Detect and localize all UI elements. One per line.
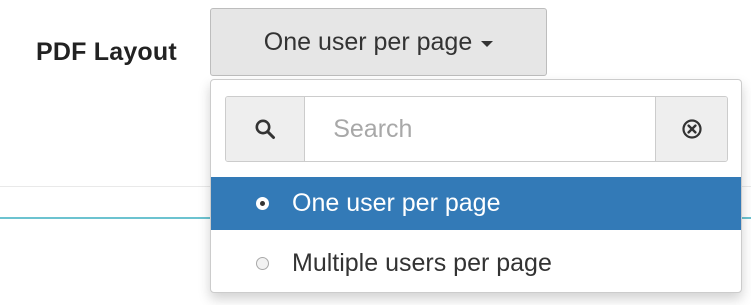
pdf-layout-dropdown-menu: One user per page Multiple users per pag…	[210, 79, 742, 293]
clear-search-button[interactable]	[655, 97, 727, 161]
search-input[interactable]	[305, 97, 656, 161]
dropdown-selected-label: One user per page	[263, 27, 473, 56]
search-icon	[226, 97, 306, 161]
option-label: One user per page	[292, 189, 501, 217]
clear-circle-icon	[682, 119, 702, 139]
radio-unchecked-icon	[256, 257, 269, 270]
option-multiple-users-per-page[interactable]: Multiple users per page	[211, 237, 741, 290]
option-label: Multiple users per page	[292, 249, 552, 277]
radio-checked-icon	[256, 197, 269, 210]
pdf-layout-dropdown-toggle[interactable]: One user per page	[210, 8, 547, 76]
search-input-group	[225, 96, 728, 162]
pdf-layout-label: PDF Layout	[36, 38, 177, 66]
caret-down-icon	[481, 41, 494, 47]
option-one-user-per-page[interactable]: One user per page	[211, 177, 741, 230]
